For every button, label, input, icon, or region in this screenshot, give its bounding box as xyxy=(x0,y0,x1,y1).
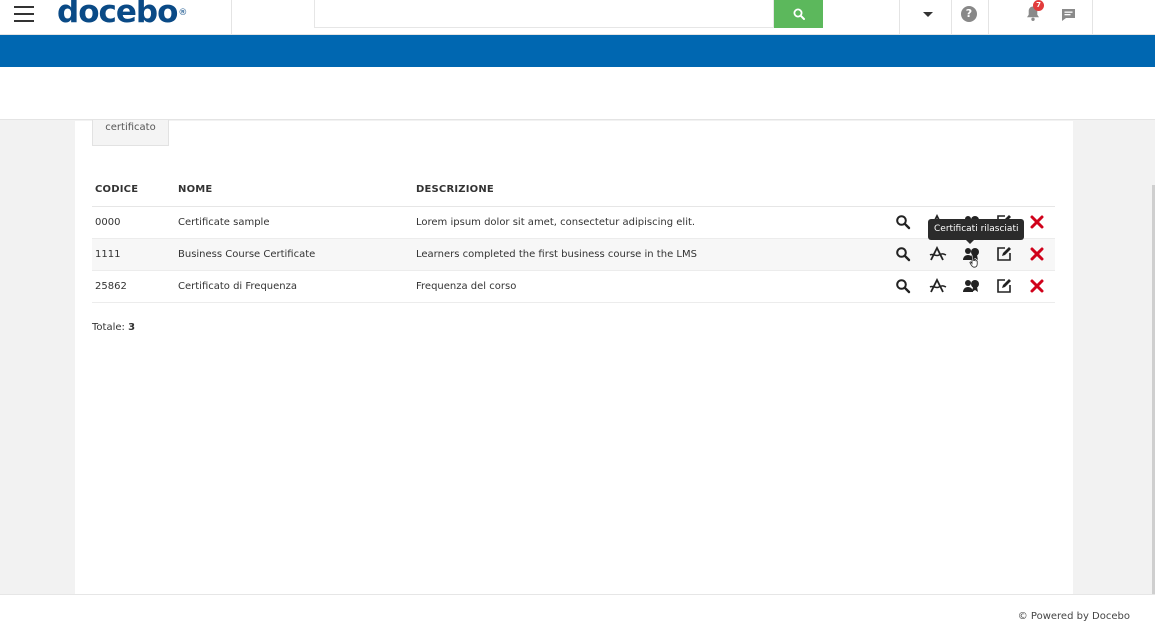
row-description: Learners completed the first business co… xyxy=(416,249,697,260)
column-header-codice[interactable]: CODICE xyxy=(95,184,138,195)
row-code: 25862 xyxy=(95,281,127,292)
brand-bar xyxy=(0,35,1155,67)
powered-by-text[interactable]: © Powered by Docebo xyxy=(1018,611,1130,622)
view-icon[interactable] xyxy=(895,214,913,232)
chat-icon[interactable] xyxy=(1061,7,1076,26)
search-icon xyxy=(793,8,805,20)
tab-certificato[interactable]: certificato xyxy=(92,120,169,146)
table-row: 1111 Business Course Certificate Learner… xyxy=(92,239,1055,271)
row-description: Lorem ipsum dolor sit amet, consectetur … xyxy=(416,217,696,228)
logo-text: docebo xyxy=(57,0,178,30)
total-count: Totale: 3 xyxy=(92,322,135,333)
table-row: 25862 Certificato di Frequenza Frequenza… xyxy=(92,271,1055,303)
delete-icon[interactable] xyxy=(1029,246,1047,264)
chevron-down-icon[interactable] xyxy=(923,12,933,17)
row-name: Certificate sample xyxy=(178,217,270,228)
page-header-strip xyxy=(0,67,1155,120)
edit-icon[interactable] xyxy=(996,278,1014,296)
footer: © Powered by Docebo xyxy=(0,594,1155,628)
template-icon[interactable] xyxy=(929,278,947,296)
column-header-descrizione[interactable]: DESCRIZIONE xyxy=(416,184,494,195)
view-icon[interactable] xyxy=(895,278,913,296)
row-code: 0000 xyxy=(95,217,121,228)
edit-icon[interactable] xyxy=(996,246,1014,264)
tooltip: Certificati rilasciati xyxy=(928,219,1025,244)
delete-icon[interactable] xyxy=(1029,278,1047,296)
row-code: 1111 xyxy=(95,249,121,260)
logo-mark: ® xyxy=(178,8,187,18)
divider xyxy=(1092,0,1093,35)
row-name: Business Course Certificate xyxy=(178,249,316,260)
search-button[interactable] xyxy=(774,0,823,28)
table-row: 0000 Certificate sample Lorem ipsum dolo… xyxy=(92,207,1055,239)
hand-cursor-icon xyxy=(969,253,981,272)
menu-icon[interactable] xyxy=(14,6,34,22)
help-icon[interactable]: ? xyxy=(961,6,977,22)
top-bar: docebo® ? 7 xyxy=(0,0,1155,35)
row-description: Frequenza del corso xyxy=(416,281,517,292)
total-value: 3 xyxy=(128,322,136,333)
total-label: Totale: xyxy=(92,322,125,333)
template-icon[interactable] xyxy=(929,246,947,264)
column-header-nome[interactable]: NOME xyxy=(178,184,212,195)
row-name: Certificato di Frequenza xyxy=(178,281,298,292)
content-panel xyxy=(75,121,1073,594)
divider xyxy=(951,0,952,35)
search-input[interactable] xyxy=(314,0,774,28)
divider xyxy=(231,0,232,35)
divider xyxy=(899,0,900,35)
divider xyxy=(988,0,989,35)
view-icon[interactable] xyxy=(895,246,913,264)
users-certificate-icon[interactable] xyxy=(962,278,980,296)
delete-icon[interactable] xyxy=(1029,214,1047,232)
notification-badge: 7 xyxy=(1033,0,1044,11)
docebo-logo[interactable]: docebo® xyxy=(57,0,187,30)
